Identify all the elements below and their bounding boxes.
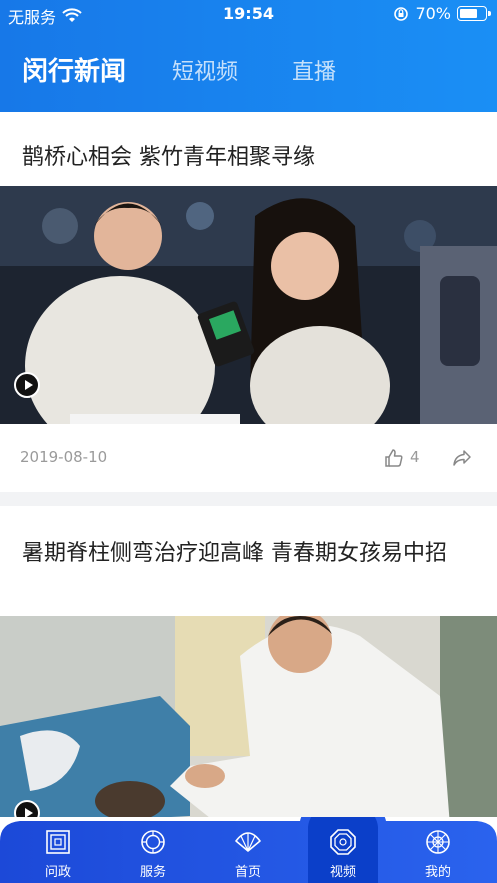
news-tabs: 闵行新闻 短视频 直播 bbox=[0, 54, 497, 98]
nav-label: 我的 bbox=[424, 865, 451, 880]
status-indicators: 70% bbox=[393, 4, 491, 23]
orientation-lock-icon bbox=[394, 6, 409, 21]
nav-item-wenzheng[interactable]: 问政 bbox=[10, 817, 106, 883]
nav-label: 视频 bbox=[329, 865, 356, 880]
like-count: 4 bbox=[410, 448, 420, 466]
medallion-icon bbox=[141, 830, 165, 854]
tab-short-video[interactable]: 短视频 bbox=[172, 54, 238, 86]
tab-minhang-news[interactable]: 闵行新闻 bbox=[22, 51, 126, 88]
thumbnail-image bbox=[0, 616, 497, 817]
news-card[interactable]: 暑期脊柱侧弯治疗迎高峰 青春期女孩易中招 bbox=[0, 506, 497, 817]
nav-label: 服务 bbox=[139, 865, 166, 880]
bottom-tab-bar: 问政 服务 首页 视频 我的 bbox=[0, 817, 497, 883]
card-divider bbox=[0, 492, 497, 506]
publish-date: 2019-08-10 bbox=[20, 448, 108, 466]
battery-icon bbox=[457, 6, 491, 21]
lattice-icon bbox=[426, 830, 450, 854]
video-thumbnail[interactable] bbox=[0, 186, 497, 424]
nav-item-mine[interactable]: 我的 bbox=[390, 817, 486, 883]
video-thumbnail[interactable] bbox=[0, 616, 497, 817]
battery-fill bbox=[460, 9, 477, 18]
battery-percent: 70% bbox=[415, 4, 451, 23]
nav-item-video[interactable]: 视频 bbox=[295, 817, 391, 883]
share-icon[interactable] bbox=[452, 448, 472, 468]
nav-item-service[interactable]: 服务 bbox=[105, 817, 201, 883]
fan-icon bbox=[235, 832, 261, 852]
nav-label: 首页 bbox=[234, 865, 261, 880]
status-bar: 无服务 19:54 70% bbox=[0, 0, 497, 28]
play-icon[interactable] bbox=[14, 372, 40, 398]
app-header: 无服务 19:54 70% 闵行新闻 短视频 直播 bbox=[0, 0, 497, 112]
tab-live[interactable]: 直播 bbox=[292, 54, 336, 86]
thumb-up-icon[interactable] bbox=[384, 448, 404, 468]
nav-item-home[interactable]: 首页 bbox=[200, 817, 296, 883]
article-title[interactable]: 鹊桥心相会 紫竹青年相聚寻缘 bbox=[22, 140, 475, 176]
octagon-icon bbox=[330, 829, 356, 855]
article-title[interactable]: 暑期脊柱侧弯治疗迎高峰 青春期女孩易中招 bbox=[22, 536, 475, 572]
thumbnail-image bbox=[0, 186, 497, 424]
window-icon bbox=[46, 830, 70, 854]
nav-label: 问政 bbox=[44, 865, 71, 880]
news-feed[interactable]: 鹊桥心相会 紫竹青年相聚寻缘 2019-08-10 4 暑期脊柱侧弯治疗迎高峰 … bbox=[0, 112, 497, 817]
news-card[interactable]: 鹊桥心相会 紫竹青年相聚寻缘 2019-08-10 4 bbox=[0, 112, 497, 492]
article-meta: 2019-08-10 4 bbox=[0, 438, 497, 478]
